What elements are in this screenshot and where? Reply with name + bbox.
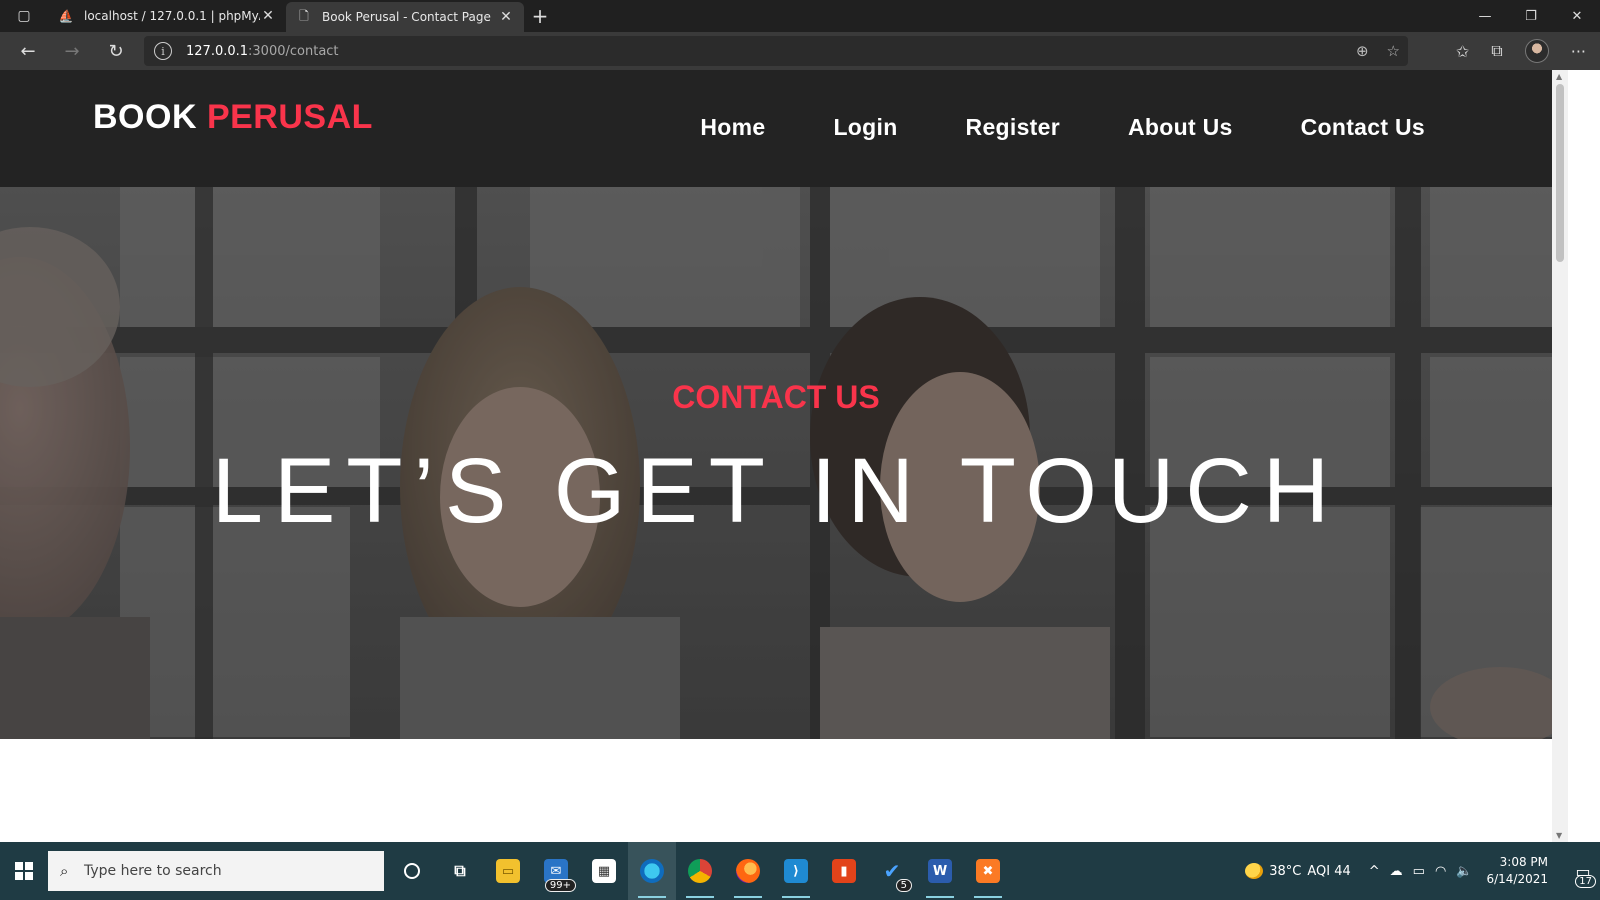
taskbar-clock[interactable]: 3:08 PM 6/14/2021 xyxy=(1486,854,1548,888)
todo-icon[interactable]: ✔ 5 xyxy=(868,842,916,900)
tab-actions-icon[interactable]: ▢ xyxy=(0,0,48,32)
windows-taskbar: ⌕ Type here to search ⧉ ▭ ✉ 99+ ▦ ⟩ ▮ ✔ … xyxy=(0,842,1600,900)
restore-icon[interactable]: ❐ xyxy=(1508,0,1554,32)
nav-about-us[interactable]: About Us xyxy=(1128,114,1233,141)
scroll-up-icon[interactable]: ▲ xyxy=(1556,72,1562,81)
forward-icon[interactable]: → xyxy=(50,32,94,70)
logo-text-book: BOOK xyxy=(93,98,197,136)
wifi-icon[interactable]: ◠ xyxy=(1435,864,1446,879)
active-indicator xyxy=(926,896,954,898)
browser-tab-bar: ▢ ⛵ localhost / 127.0.0.1 | phpMyAdmin ✕… xyxy=(0,0,1600,32)
hero-eyebrow: CONTACT US xyxy=(672,379,880,415)
refresh-icon[interactable]: ↻ xyxy=(94,32,138,70)
site-info-icon[interactable]: i xyxy=(154,42,172,60)
todo-badge: 5 xyxy=(895,879,912,892)
site-logo[interactable]: BOOK PERUSAL xyxy=(93,98,373,137)
edge-icon[interactable] xyxy=(628,842,676,900)
favorites-icon[interactable]: ✩ xyxy=(1456,42,1469,61)
active-indicator xyxy=(638,896,666,898)
phpmyadmin-icon: ⛵ xyxy=(58,9,74,23)
scroll-down-icon[interactable]: ▼ xyxy=(1556,831,1562,840)
tab-title: Book Perusal - Contact Page xyxy=(322,10,491,24)
office-icon[interactable]: ▮ xyxy=(820,842,868,900)
back-icon[interactable]: ← xyxy=(6,32,50,70)
hero-headline: LET’S GET IN TOUCH xyxy=(211,440,1341,542)
store-icon[interactable]: ▦ xyxy=(580,842,628,900)
browser-side-strip xyxy=(1568,70,1600,842)
windows-logo-icon xyxy=(15,862,33,880)
active-indicator xyxy=(734,896,762,898)
nav-login[interactable]: Login xyxy=(833,114,897,141)
window-controls: — ❐ ✕ xyxy=(1462,0,1600,32)
system-tray: 38°C AQI 44 ^ ☁ ▭ ◠ 🔈 3:08 PM 6/14/2021 … xyxy=(1245,842,1600,900)
address-bar[interactable]: i 127.0.0.1:3000/contact ⊕ ☆ xyxy=(144,36,1408,66)
browser-toolbar: ← → ↻ i 127.0.0.1:3000/contact ⊕ ☆ ✩ ⧉ ·… xyxy=(0,32,1600,70)
clock-date: 6/14/2021 xyxy=(1486,872,1548,886)
weather-icon xyxy=(1245,863,1264,879)
start-button[interactable] xyxy=(0,842,48,900)
word-icon[interactable]: W xyxy=(916,842,964,900)
page-icon: 🗋 xyxy=(299,8,309,23)
tab-book-perusal[interactable]: 🗋 Book Perusal - Contact Page ✕ xyxy=(286,2,524,32)
cortana-icon[interactable] xyxy=(388,842,436,900)
tab-title: localhost / 127.0.0.1 | phpMyAdmin xyxy=(84,9,260,23)
weather-temp: 38°C xyxy=(1269,863,1302,879)
site-header: BOOK PERUSAL Home Login Register About U… xyxy=(0,70,1552,187)
task-view-icon[interactable]: ⧉ xyxy=(436,842,484,900)
url-path: :3000/contact xyxy=(248,43,339,59)
volume-icon[interactable]: 🔈 xyxy=(1456,864,1472,879)
file-explorer-icon[interactable]: ▭ xyxy=(484,842,532,900)
close-tab-icon[interactable]: ✕ xyxy=(498,9,514,25)
taskbar-search-box[interactable]: ⌕ Type here to search xyxy=(48,851,384,891)
close-tab-icon[interactable]: ✕ xyxy=(260,8,276,24)
collections-icon[interactable]: ⧉ xyxy=(1491,41,1502,61)
zoom-icon[interactable]: ⊕ xyxy=(1356,42,1369,60)
tab-phpmyadmin[interactable]: ⛵ localhost / 127.0.0.1 | phpMyAdmin ✕ xyxy=(48,0,286,32)
vscode-icon[interactable]: ⟩ xyxy=(772,842,820,900)
logo-text-perusal: PERUSAL xyxy=(206,98,373,136)
search-placeholder: Type here to search xyxy=(84,863,222,879)
hero-banner: CONTACT US LET’S GET IN TOUCH xyxy=(0,187,1552,739)
notification-center-icon[interactable]: ▭ 17 xyxy=(1566,842,1600,900)
chevron-up-icon[interactable]: ^ xyxy=(1369,864,1380,879)
weather-aqi: AQI 44 xyxy=(1307,863,1351,879)
notification-count: 17 xyxy=(1575,875,1596,888)
active-indicator xyxy=(782,896,810,898)
chrome-icon[interactable] xyxy=(676,842,724,900)
active-indicator xyxy=(686,896,714,898)
new-tab-button[interactable]: + xyxy=(524,0,556,32)
scrollbar-thumb[interactable] xyxy=(1556,84,1564,262)
nav-register[interactable]: Register xyxy=(966,114,1060,141)
page-scrollbar[interactable]: ▲ ▼ xyxy=(1552,70,1568,842)
settings-more-icon[interactable]: ··· xyxy=(1571,42,1586,61)
web-page: BOOK PERUSAL Home Login Register About U… xyxy=(0,70,1552,842)
close-window-icon[interactable]: ✕ xyxy=(1554,0,1600,32)
weather-widget[interactable]: 38°C AQI 44 xyxy=(1245,863,1351,879)
firefox-icon[interactable] xyxy=(724,842,772,900)
nav-home[interactable]: Home xyxy=(700,114,765,141)
xampp-icon[interactable]: ✖ xyxy=(964,842,1012,900)
mail-icon[interactable]: ✉ 99+ xyxy=(532,842,580,900)
minimize-icon[interactable]: — xyxy=(1462,0,1508,32)
active-indicator xyxy=(974,896,1002,898)
search-icon: ⌕ xyxy=(60,862,69,880)
clock-time: 3:08 PM xyxy=(1499,855,1548,869)
mail-badge: 99+ xyxy=(544,879,576,892)
nav-contact-us[interactable]: Contact Us xyxy=(1301,114,1425,141)
battery-icon[interactable]: ▭ xyxy=(1413,864,1425,879)
main-nav: Home Login Register About Us Contact Us xyxy=(700,114,1425,141)
add-favorite-icon[interactable]: ☆ xyxy=(1387,42,1400,60)
profile-avatar[interactable] xyxy=(1524,39,1549,63)
onedrive-icon[interactable]: ☁ xyxy=(1390,864,1403,879)
url-host: 127.0.0.1 xyxy=(186,43,249,59)
